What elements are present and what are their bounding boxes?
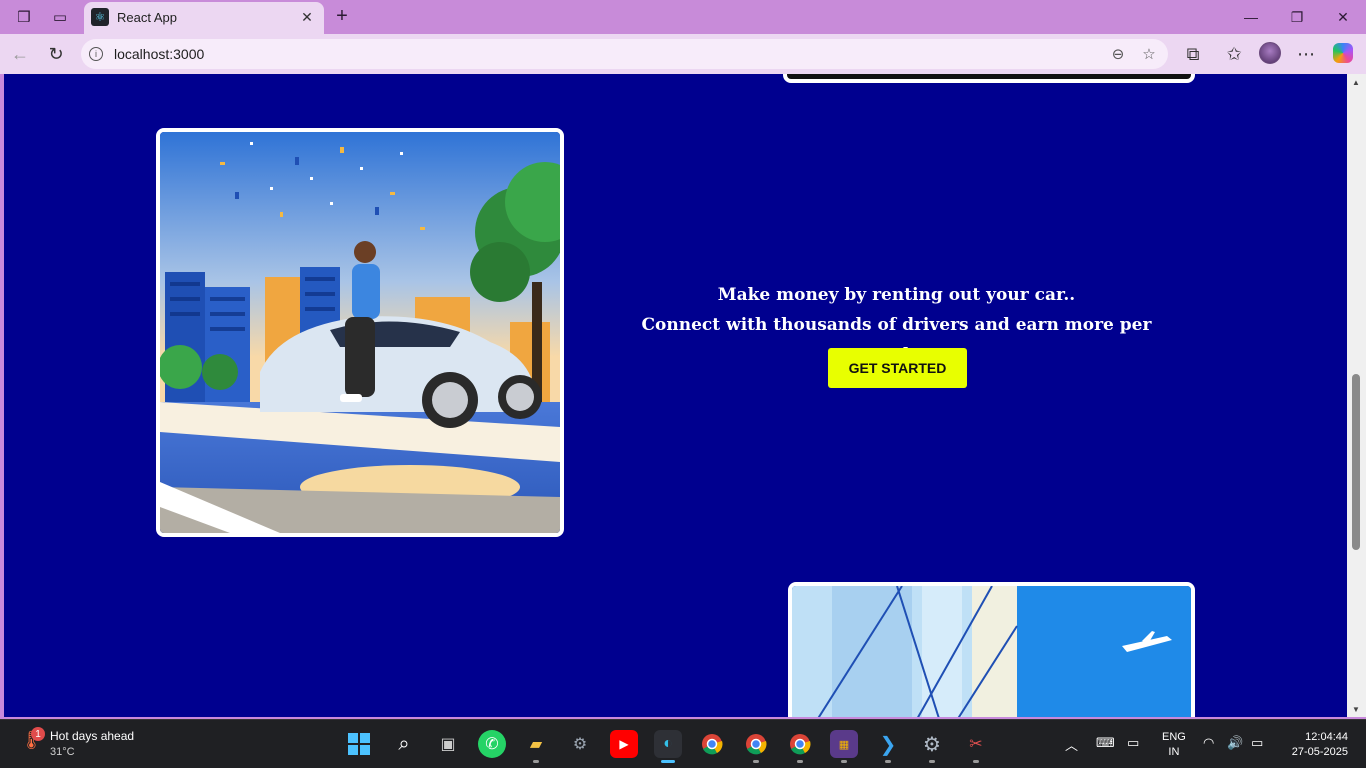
more-menu-icon[interactable]: ⋯ — [1295, 43, 1317, 65]
snipping-tool-icon[interactable]: ✂ — [962, 730, 990, 763]
browser-titlebar: ❒ ▭ ⚛ React App ✕ + — ❐ ✕ — [0, 0, 1366, 34]
running-indicator — [797, 760, 803, 763]
get-started-button[interactable]: GET STARTED — [828, 348, 967, 388]
address-bar[interactable]: i localhost:3000 ⊖ ☆ — [81, 39, 1168, 69]
file-explorer-icon[interactable]: ▰ — [522, 730, 550, 763]
running-indicator — [533, 760, 539, 763]
chrome-logo-icon — [790, 734, 811, 755]
language-code: ENG — [1162, 731, 1186, 743]
weather-badge: 1 — [31, 727, 45, 741]
clock-time: 12:04:44 — [1305, 731, 1348, 743]
building-illustration — [788, 582, 1195, 717]
whatsapp-icon[interactable]: ✆ — [478, 730, 506, 758]
running-indicator — [929, 760, 935, 763]
react-favicon-icon: ⚛ — [91, 8, 109, 26]
vscode-icon[interactable]: ❯ — [874, 730, 902, 763]
restore-icon[interactable]: ❐ — [1286, 6, 1308, 28]
minimize-icon[interactable]: — — [1240, 6, 1262, 28]
favorite-star-icon[interactable]: ☆ — [1139, 44, 1159, 64]
touch-keyboard-icon[interactable]: ▭ — [1127, 735, 1139, 751]
search-icon[interactable]: ⌕ — [390, 730, 418, 758]
url-text[interactable]: localhost:3000 — [114, 46, 204, 62]
hero-line-1: Make money by renting out your car.. — [717, 285, 1076, 305]
edge-browser-icon[interactable]: ◐ — [654, 730, 682, 763]
settings-gear-icon[interactable]: ⚙ — [566, 730, 594, 758]
back-arrow-icon[interactable]: ← — [9, 43, 31, 65]
chrome-alt-profile-icon[interactable] — [786, 730, 814, 763]
chrome-icon[interactable] — [698, 730, 726, 758]
region-code: IN — [1168, 746, 1180, 758]
refresh-icon[interactable]: ↻ — [45, 43, 67, 65]
extensions-icon[interactable]: ⧉ — [1182, 43, 1204, 65]
keyboard-icon[interactable]: ⌨ — [1096, 735, 1115, 751]
windows-taskbar: 🌡 1 Hot days ahead 31°C ⌕ ▣ ✆ ▰ ⚙ ▶ ◐ ▦ … — [0, 719, 1366, 768]
image-card-top — [783, 74, 1195, 83]
weather-title[interactable]: Hot days ahead — [50, 729, 134, 743]
tab-actions-icon[interactable]: ▭ — [49, 6, 71, 28]
show-hidden-icons-chevron-icon[interactable]: ︿ — [1065, 735, 1078, 754]
page-viewport: Make money by renting out your car.. Con… — [4, 74, 1347, 717]
weather-temp[interactable]: 31°C — [50, 746, 75, 758]
chrome-logo-icon — [702, 734, 723, 755]
windows-logo-icon — [348, 733, 370, 755]
site-info-icon[interactable]: i — [89, 47, 103, 61]
tab-react-app[interactable]: ⚛ React App ✕ — [84, 2, 324, 34]
task-view-icon[interactable]: ▣ — [434, 730, 462, 758]
system-settings-icon[interactable]: ⚙ — [918, 730, 946, 763]
battery-icon[interactable]: ▭ — [1251, 735, 1263, 751]
close-tab-icon[interactable]: ✕ — [298, 8, 316, 26]
game-app-icon[interactable]: ▦ — [830, 730, 858, 763]
tab-title: React App — [117, 10, 177, 25]
clock-date: 27-05-2025 — [1291, 746, 1348, 758]
car-owner-illustration — [156, 128, 564, 537]
volume-icon[interactable]: 🔊 — [1227, 735, 1243, 751]
close-window-icon[interactable]: ✕ — [1332, 6, 1354, 28]
scrollbar-thumb[interactable] — [1352, 374, 1360, 550]
copilot-icon[interactable] — [1333, 43, 1353, 63]
active-indicator — [661, 760, 675, 763]
system-clock[interactable]: 12:04:44 27-05-2025 — [1284, 730, 1348, 760]
workspaces-icon[interactable]: ❒ — [13, 6, 35, 28]
running-indicator — [885, 760, 891, 763]
language-indicator[interactable]: ENG IN — [1162, 730, 1186, 760]
running-indicator — [841, 760, 847, 763]
favorites-icon[interactable]: ✩ — [1223, 43, 1245, 65]
running-indicator — [753, 760, 759, 763]
running-indicator — [973, 760, 979, 763]
building-illustration-svg — [792, 586, 1191, 717]
car-illustration-svg — [160, 132, 560, 533]
chrome-logo-icon — [746, 734, 767, 755]
profile-avatar[interactable] — [1259, 42, 1281, 64]
browser-toolbar: ← ↻ i localhost:3000 ⊖ ☆ ⧉ ✩ ⋯ — [0, 34, 1366, 74]
scroll-down-arrow-icon[interactable]: ▼ — [1351, 704, 1361, 714]
scroll-up-arrow-icon[interactable]: ▲ — [1351, 77, 1361, 87]
start-windows-icon[interactable] — [345, 730, 373, 758]
chrome-profile-icon[interactable] — [742, 730, 770, 763]
wifi-icon[interactable]: ◠ — [1203, 735, 1214, 751]
youtube-icon[interactable]: ▶ — [610, 730, 638, 758]
zoom-out-icon[interactable]: ⊖ — [1108, 44, 1128, 64]
new-tab-button[interactable]: + — [331, 5, 353, 27]
page-scrollbar[interactable]: ▲ ▼ — [1347, 74, 1366, 717]
